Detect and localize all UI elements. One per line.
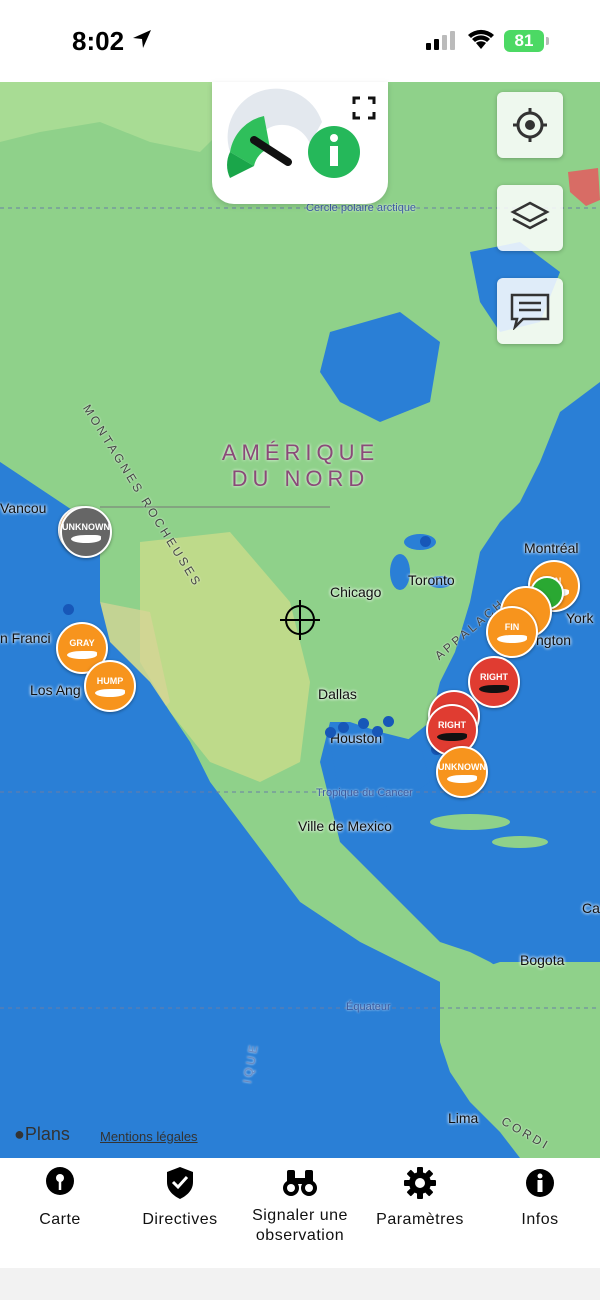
equator-label: Équateur xyxy=(346,1001,391,1013)
apple-plans-logo: ●Plans xyxy=(14,1124,70,1144)
city-lima: Lima xyxy=(448,1110,479,1126)
continent-label: AMÉRIQUE DU NORD xyxy=(218,440,383,492)
whale-marker-hump[interactable]: HUMP xyxy=(84,660,136,712)
city-san-francisco: n Franci xyxy=(0,630,51,646)
wifi-icon xyxy=(468,29,494,49)
marker-label: FIN xyxy=(504,621,520,632)
whale-marker-unknown[interactable]: UNKNOWN xyxy=(436,746,488,798)
apple-logo-icon: ● xyxy=(14,1124,25,1144)
plans-label: Plans xyxy=(24,1124,70,1144)
tab-signaler[interactable]: Signaler une observation xyxy=(240,1166,360,1246)
tab-label: Carte xyxy=(39,1211,81,1228)
city-montreal: Montréal xyxy=(524,540,579,556)
expand-icon[interactable] xyxy=(350,94,378,122)
marker-label: RIGHT xyxy=(438,719,466,730)
layers-button[interactable] xyxy=(497,185,563,251)
battery-tip xyxy=(546,37,549,45)
battery-indicator: 81 xyxy=(504,30,544,52)
continent-label-line1: AMÉRIQUE xyxy=(221,440,380,465)
tab-infos[interactable]: Infos xyxy=(480,1166,600,1230)
sighting-dot[interactable] xyxy=(372,726,383,737)
city-los-angeles: Los Ang xyxy=(30,682,81,698)
sighting-dot[interactable] xyxy=(338,722,349,733)
map-attribution: ●Plans Mentions légales xyxy=(14,1124,198,1145)
status-time: 8:02 xyxy=(72,26,125,56)
sighting-dot[interactable] xyxy=(325,727,336,738)
marker-label: GRAY xyxy=(69,637,95,648)
marker-label: UNKNOWN xyxy=(438,761,486,772)
whale-marker-fin[interactable]: FIN xyxy=(486,606,538,658)
tab-label: Infos xyxy=(521,1211,559,1228)
tab-directives[interactable]: Directives xyxy=(120,1166,240,1230)
tab-parametres[interactable]: Paramètres xyxy=(360,1166,480,1230)
messages-button[interactable] xyxy=(497,278,563,344)
cellular-signal-icon xyxy=(426,31,455,50)
layers-icon xyxy=(510,201,550,230)
locate-target-icon xyxy=(513,108,547,142)
city-vancouver: Vancou xyxy=(0,500,47,516)
whale-icon xyxy=(479,684,509,693)
info-icon xyxy=(526,1169,554,1197)
tab-label: Directives xyxy=(142,1211,218,1228)
whale-icon xyxy=(71,534,101,543)
locate-me-button[interactable] xyxy=(497,92,563,158)
continent-label-line2: DU NORD xyxy=(231,466,370,491)
chat-bubble-icon xyxy=(510,293,550,330)
city-toronto: Toronto xyxy=(408,572,455,588)
sighting-dot[interactable] xyxy=(420,536,431,547)
marker-label: UNKNOWN xyxy=(62,521,110,532)
city-new-york: York xyxy=(566,610,594,626)
city-mexico: Ville de Mexico xyxy=(298,818,392,834)
sighting-dot[interactable] xyxy=(383,716,394,727)
whale-icon xyxy=(497,634,527,643)
whale-icon xyxy=(67,650,97,659)
whale-icon xyxy=(95,688,125,697)
city-caracas: Ca xyxy=(582,900,600,916)
city-bogota: Bogota xyxy=(520,952,565,968)
legal-mentions-link[interactable]: Mentions légales xyxy=(100,1129,198,1144)
map-pin-icon xyxy=(46,1167,74,1195)
marker-label: RIGHT xyxy=(480,671,508,682)
whale-marker-unknown[interactable]: UNKNOWN xyxy=(60,506,112,558)
sighting-dot[interactable] xyxy=(358,718,369,729)
city-chicago: Chicago xyxy=(330,584,382,600)
whale-icon xyxy=(447,774,477,783)
marker-label: HUMP xyxy=(96,675,124,686)
tab-carte[interactable]: Carte xyxy=(0,1166,120,1230)
shield-check-icon xyxy=(167,1167,193,1199)
whale-icon xyxy=(437,732,467,741)
binoculars-icon xyxy=(283,1170,317,1196)
whale-marker-right[interactable]: RIGHT xyxy=(468,656,520,708)
home-indicator-area xyxy=(0,1268,600,1300)
tab-label: Paramètres xyxy=(376,1211,464,1228)
tropic-label: Tropique du Cancer xyxy=(316,787,413,799)
location-arrow-icon xyxy=(133,30,151,48)
sighting-dot[interactable] xyxy=(63,604,74,615)
tab-label: Signaler une observation xyxy=(252,1207,348,1244)
status-bar: 8:02 81 xyxy=(0,0,600,82)
city-dallas: Dallas xyxy=(318,686,357,702)
gear-icon xyxy=(404,1167,436,1199)
city-washington: ngton xyxy=(536,632,572,648)
